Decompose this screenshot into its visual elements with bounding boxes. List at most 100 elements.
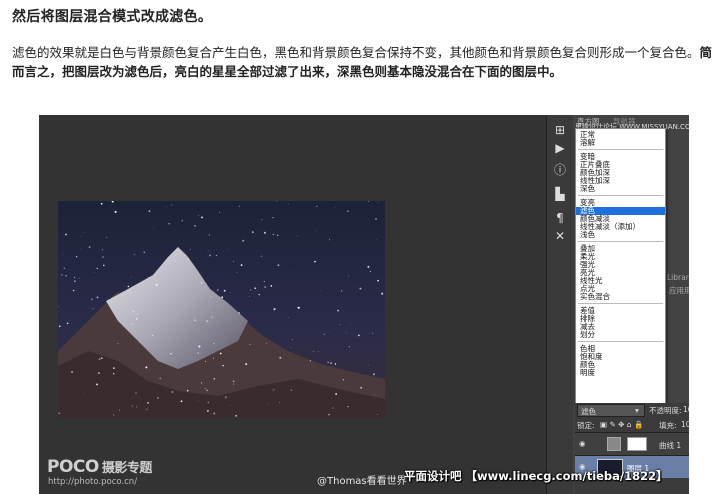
star — [297, 235, 298, 237]
star — [245, 363, 248, 366]
star — [71, 370, 74, 373]
star — [377, 414, 378, 415]
star — [260, 222, 261, 223]
blend-mode-option[interactable]: 实色混合 — [580, 293, 610, 301]
star — [131, 405, 133, 407]
star — [223, 289, 226, 292]
blend-mode-option[interactable]: 深色 — [580, 185, 595, 193]
star — [171, 204, 173, 206]
star — [206, 320, 209, 323]
star — [127, 285, 130, 288]
star — [136, 313, 139, 316]
star — [213, 342, 215, 345]
star — [113, 367, 115, 369]
star — [145, 366, 148, 369]
star — [148, 327, 149, 329]
star — [235, 415, 237, 417]
star — [138, 364, 139, 365]
blend-mode-select[interactable]: 滤色 ▾ — [577, 404, 645, 417]
star — [180, 400, 183, 403]
star — [186, 389, 189, 392]
play-icon[interactable]: ▶ — [551, 139, 569, 157]
fill-value[interactable]: 10 — [681, 420, 689, 429]
star — [204, 387, 206, 390]
menu-separator — [578, 241, 663, 242]
star — [348, 275, 349, 277]
star — [117, 343, 119, 345]
star — [181, 219, 183, 222]
star — [339, 324, 341, 326]
character-icon[interactable]: ¶ — [551, 209, 569, 227]
star — [263, 231, 266, 234]
star — [332, 407, 334, 409]
star — [238, 205, 240, 207]
star — [217, 289, 219, 291]
star — [80, 248, 82, 250]
star — [230, 292, 232, 293]
star — [155, 283, 158, 286]
layer-row-curves[interactable]: ◉ 曲线 1 — [575, 433, 689, 455]
star — [114, 210, 117, 213]
star — [228, 249, 229, 250]
star — [360, 386, 362, 389]
star — [264, 286, 267, 288]
star — [213, 378, 216, 380]
star — [202, 310, 204, 312]
star — [372, 373, 375, 376]
star — [368, 364, 369, 366]
star — [276, 201, 278, 202]
paragraph-normal: 滤色的效果就是白色与背景颜色复合产生白色，黑色和背景颜色复合保持不变，其他颜色和… — [12, 45, 700, 60]
star — [316, 230, 317, 232]
star — [377, 201, 379, 203]
star — [152, 334, 154, 337]
eye-icon[interactable]: ◉ — [579, 439, 586, 448]
opacity-value[interactable]: 10 — [683, 405, 689, 414]
star — [165, 206, 167, 208]
star — [146, 408, 148, 410]
blend-mode-menu[interactable]: 正常 溶解 变暗 正片叠底 颜色加深 线性加深 深色 变亮 滤色 颜色减淡 线性减淡（添加） 浅色 叠加… — [575, 128, 666, 404]
star — [258, 293, 260, 296]
blend-mode-option[interactable]: 划分 — [580, 331, 595, 339]
blend-mode-option[interactable]: 溶解 — [580, 139, 595, 147]
star — [168, 222, 171, 225]
star — [297, 306, 300, 309]
star — [74, 276, 76, 278]
star — [291, 339, 293, 341]
page-heading: 然后将图层混合模式改成滤色。 — [12, 9, 213, 25]
star — [215, 254, 218, 256]
star — [208, 234, 210, 236]
menu-separator — [578, 195, 663, 196]
star — [201, 282, 203, 284]
star — [357, 334, 360, 337]
star — [272, 390, 274, 392]
star — [102, 256, 104, 258]
star — [330, 362, 332, 364]
tools-icon[interactable]: ✕ — [551, 227, 569, 245]
star — [198, 345, 201, 348]
star — [157, 397, 159, 399]
star — [106, 236, 108, 238]
star — [213, 412, 216, 415]
star — [265, 342, 267, 344]
star — [147, 277, 149, 278]
star — [347, 210, 349, 212]
lock-label: 锁定: — [577, 421, 595, 430]
info-icon[interactable]: ⓘ — [551, 161, 569, 179]
blend-mode-option[interactable]: 浅色 — [580, 231, 595, 239]
libraries-sub: 应用用 — [669, 286, 689, 295]
star — [278, 402, 280, 404]
star — [194, 319, 196, 322]
toolbar-icon[interactable]: ⊞ — [551, 121, 569, 139]
lock-icons[interactable]: ▣ ✎ ✥ ⌂ 🔒 — [600, 420, 643, 429]
blend-mode-option[interactable]: 明度 — [580, 369, 595, 377]
star — [254, 287, 257, 290]
star — [342, 379, 344, 381]
histogram-icon[interactable]: ▙ — [551, 185, 569, 203]
star — [132, 310, 135, 313]
star — [263, 280, 265, 282]
star — [97, 372, 100, 375]
star — [90, 298, 93, 301]
star — [206, 409, 209, 412]
star — [381, 292, 384, 295]
star — [184, 254, 186, 256]
